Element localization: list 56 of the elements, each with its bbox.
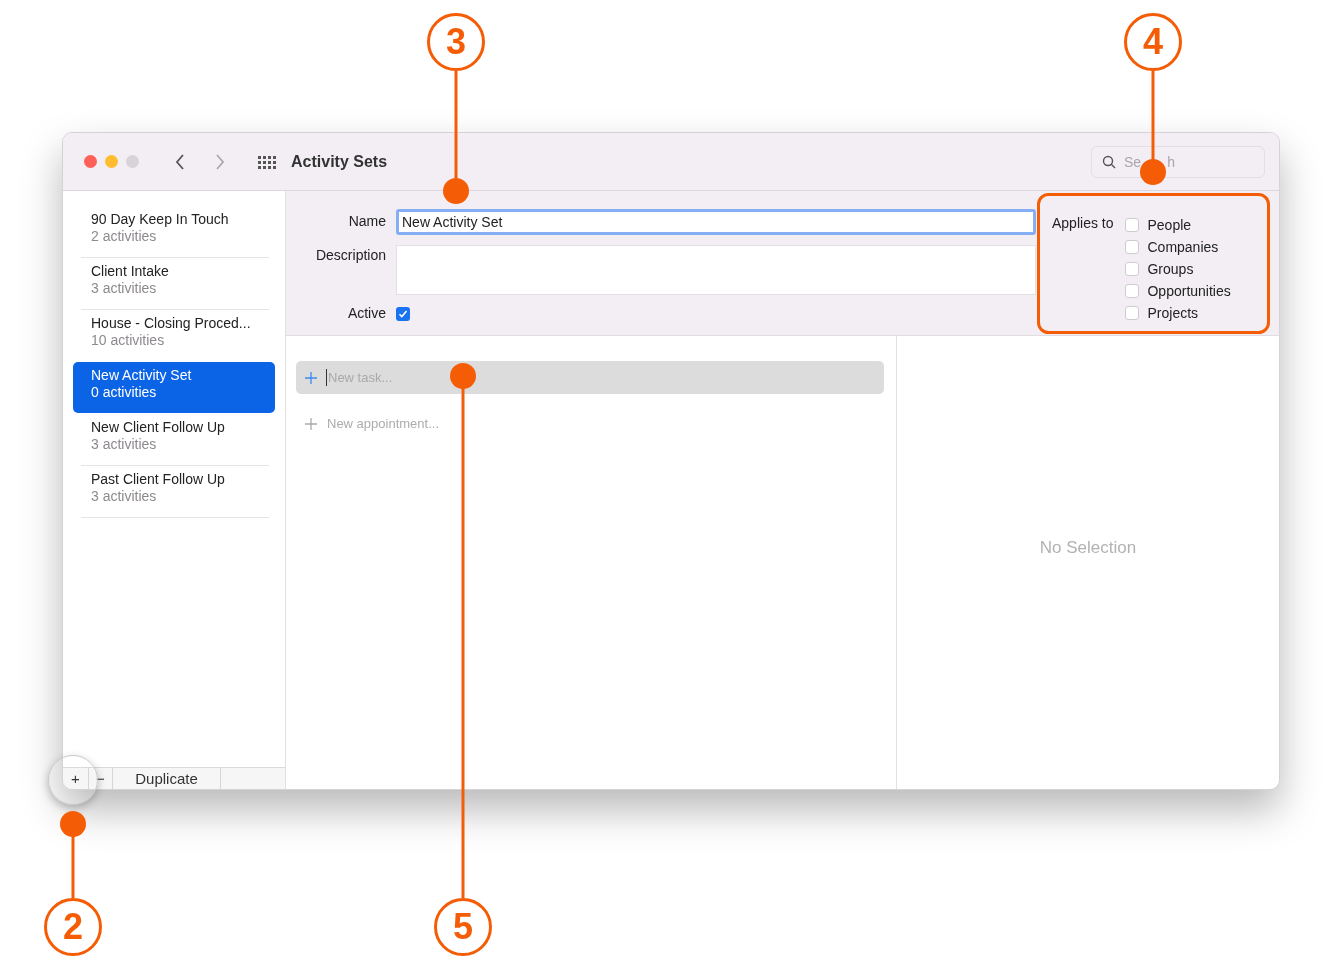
window-title: Activity Sets <box>291 152 388 171</box>
option-label: Opportunities <box>1147 283 1231 299</box>
applies-checkbox[interactable] <box>1125 306 1140 320</box>
zoom-button[interactable] <box>126 155 139 168</box>
item-title: New Client Follow Up <box>91 418 226 436</box>
active-label: Active <box>346 305 386 323</box>
option-label: Companies <box>1147 239 1219 255</box>
item-title: New Activity Set <box>91 366 193 384</box>
grid-icon[interactable] <box>257 154 277 169</box>
name-field[interactable]: New Activity Set <box>396 209 1036 235</box>
callout-number: 5 <box>434 898 492 956</box>
item-subtitle: 0 activities <box>91 384 158 401</box>
option-label: Projects <box>1147 305 1199 321</box>
active-checkbox[interactable] <box>396 307 410 321</box>
item-subtitle: 3 activities <box>91 488 158 505</box>
search-icon <box>1102 154 1116 169</box>
sidebar-item[interactable]: Client Intake 3 activities <box>73 258 275 309</box>
applies-checkbox[interactable] <box>1125 284 1140 298</box>
name-label: Name <box>347 212 386 231</box>
forward-icon[interactable] <box>215 153 225 170</box>
description-label: Description <box>314 246 386 265</box>
sidebar-item[interactable]: House - Closing Proced... 10 activities <box>73 310 275 361</box>
callout-number: 4 <box>1124 13 1182 71</box>
search-placeholder: h <box>1167 153 1175 170</box>
item-title: Past Client Follow Up <box>91 470 226 488</box>
minimize-button[interactable] <box>105 155 118 168</box>
plus-icon <box>304 416 318 431</box>
applies-checkbox[interactable] <box>1125 218 1140 232</box>
item-title: Client Intake <box>91 262 170 280</box>
search-placeholder: Se <box>1124 153 1142 170</box>
plus-icon <box>304 370 318 385</box>
applies-checkbox[interactable] <box>1125 240 1140 254</box>
magnifier-lens <box>48 755 98 805</box>
back-icon[interactable] <box>175 153 185 170</box>
option-label: Groups <box>1147 261 1194 277</box>
callout-number: 2 <box>44 898 102 956</box>
item-subtitle: 2 activities <box>91 228 158 245</box>
callout-number: 3 <box>427 13 485 71</box>
sidebar-item[interactable]: Past Client Follow Up 3 activities <box>73 466 275 517</box>
close-button[interactable] <box>84 155 97 168</box>
applies-to-label: Applies to <box>1052 215 1114 233</box>
item-subtitle: 3 activities <box>91 436 158 453</box>
item-title: 90 Day Keep In Touch <box>91 210 230 228</box>
sidebar-item[interactable]: 90 Day Keep In Touch 2 activities <box>73 206 275 257</box>
sidebar-item[interactable]: New Client Follow Up 3 activities <box>73 414 275 465</box>
sidebar-item[interactable]: New Activity Set 0 activities <box>73 362 275 413</box>
duplicate-button[interactable]: Duplicate <box>113 768 221 789</box>
description-field[interactable] <box>396 245 1036 295</box>
option-label: People <box>1147 217 1192 233</box>
empty-state-text: No Selection <box>1039 537 1137 558</box>
item-title: House - Closing Proced... <box>91 314 252 332</box>
remove-button[interactable]: − <box>89 768 113 789</box>
item-subtitle: 3 activities <box>91 280 158 297</box>
add-button[interactable]: + <box>63 768 89 789</box>
applies-checkbox[interactable] <box>1125 262 1140 276</box>
item-subtitle: 10 activities <box>91 332 166 349</box>
